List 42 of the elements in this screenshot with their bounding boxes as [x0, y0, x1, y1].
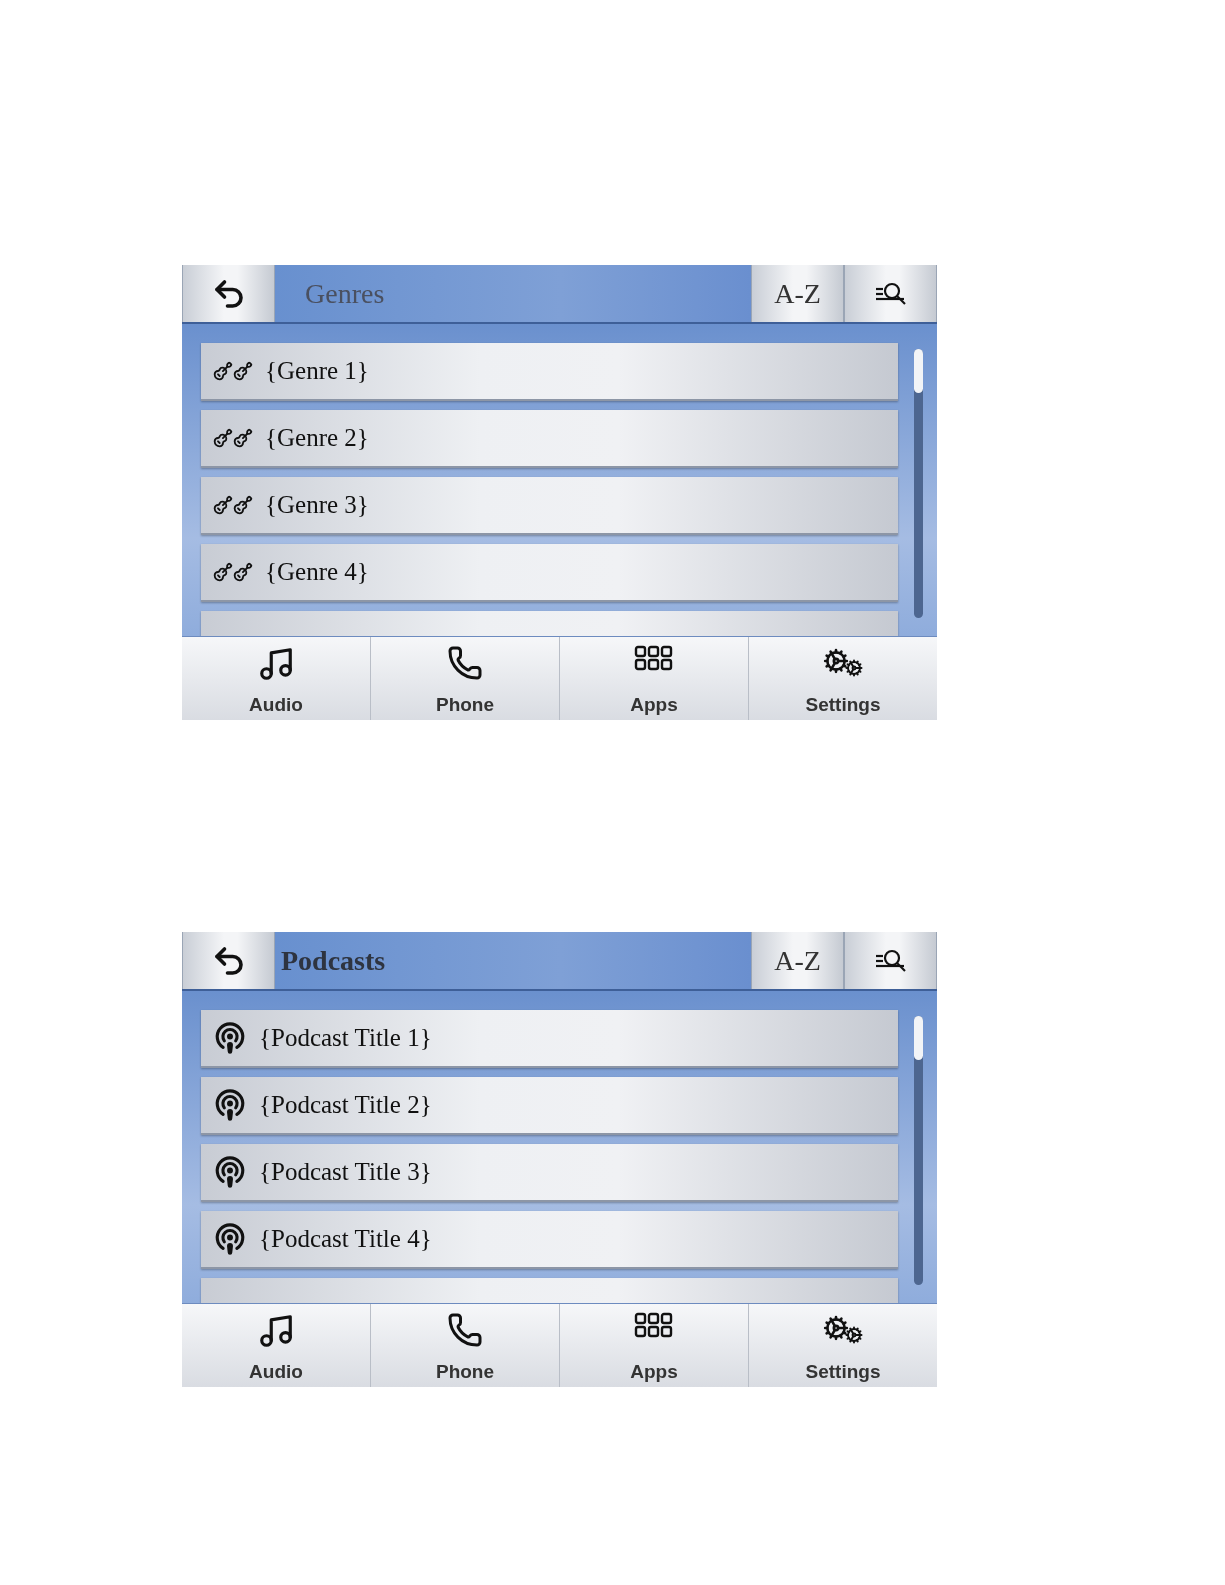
list-item[interactable]: {Genre 3} [201, 477, 898, 535]
nav-tab[interactable]: Audio [182, 1304, 371, 1387]
nav-tab[interactable]: Phone [371, 637, 560, 720]
search-button[interactable] [844, 265, 937, 322]
nav-tab[interactable]: Audio [182, 637, 371, 720]
scroll-thumb[interactable] [914, 349, 923, 393]
podcast-icon [213, 1088, 247, 1122]
list-item[interactable]: {Podcast Title 3} [201, 1144, 898, 1202]
music-note-icon [257, 1312, 295, 1350]
guitars-icon [213, 428, 253, 448]
guitars-icon [213, 495, 253, 515]
podcast-icon [213, 1222, 247, 1256]
phone-icon [447, 1312, 483, 1348]
scrollbar[interactable] [914, 349, 923, 618]
search-button[interactable] [844, 932, 937, 989]
scrollbar[interactable] [914, 1016, 923, 1285]
music-note-icon [257, 645, 295, 683]
nav-tab[interactable]: Apps [560, 1304, 749, 1387]
screen-title: Podcasts [281, 944, 386, 977]
back-button[interactable] [182, 932, 275, 989]
list-item[interactable]: {Podcast Title 2} [201, 1077, 898, 1135]
apps-grid-icon [634, 645, 674, 673]
sort-button[interactable]: A-Z [751, 932, 844, 989]
podcast-icon [213, 1155, 247, 1189]
podcast-icon [213, 1021, 247, 1055]
back-button[interactable] [182, 265, 275, 322]
phone-icon [447, 645, 483, 681]
list-item[interactable]: {Podcast Title 4} [201, 1211, 898, 1269]
guitars-icon [213, 361, 253, 381]
nav-tab[interactable]: Apps [560, 637, 749, 720]
list-item[interactable]: {Genre 1} [201, 343, 898, 401]
nav-tab[interactable]: Settings [749, 637, 937, 720]
scroll-thumb[interactable] [914, 1016, 923, 1060]
list-item[interactable]: {Genre 4} [201, 544, 898, 602]
sort-button[interactable]: A-Z [751, 265, 844, 322]
list-item[interactable]: {Genre 2} [201, 410, 898, 468]
nav-tab[interactable]: Phone [371, 1304, 560, 1387]
screen-title: Genres [305, 277, 385, 310]
list-item[interactable]: {Podcast Title 1} [201, 1010, 898, 1068]
guitars-icon [213, 562, 253, 582]
apps-grid-icon [634, 1312, 674, 1340]
nav-tab[interactable]: Settings [749, 1304, 937, 1387]
